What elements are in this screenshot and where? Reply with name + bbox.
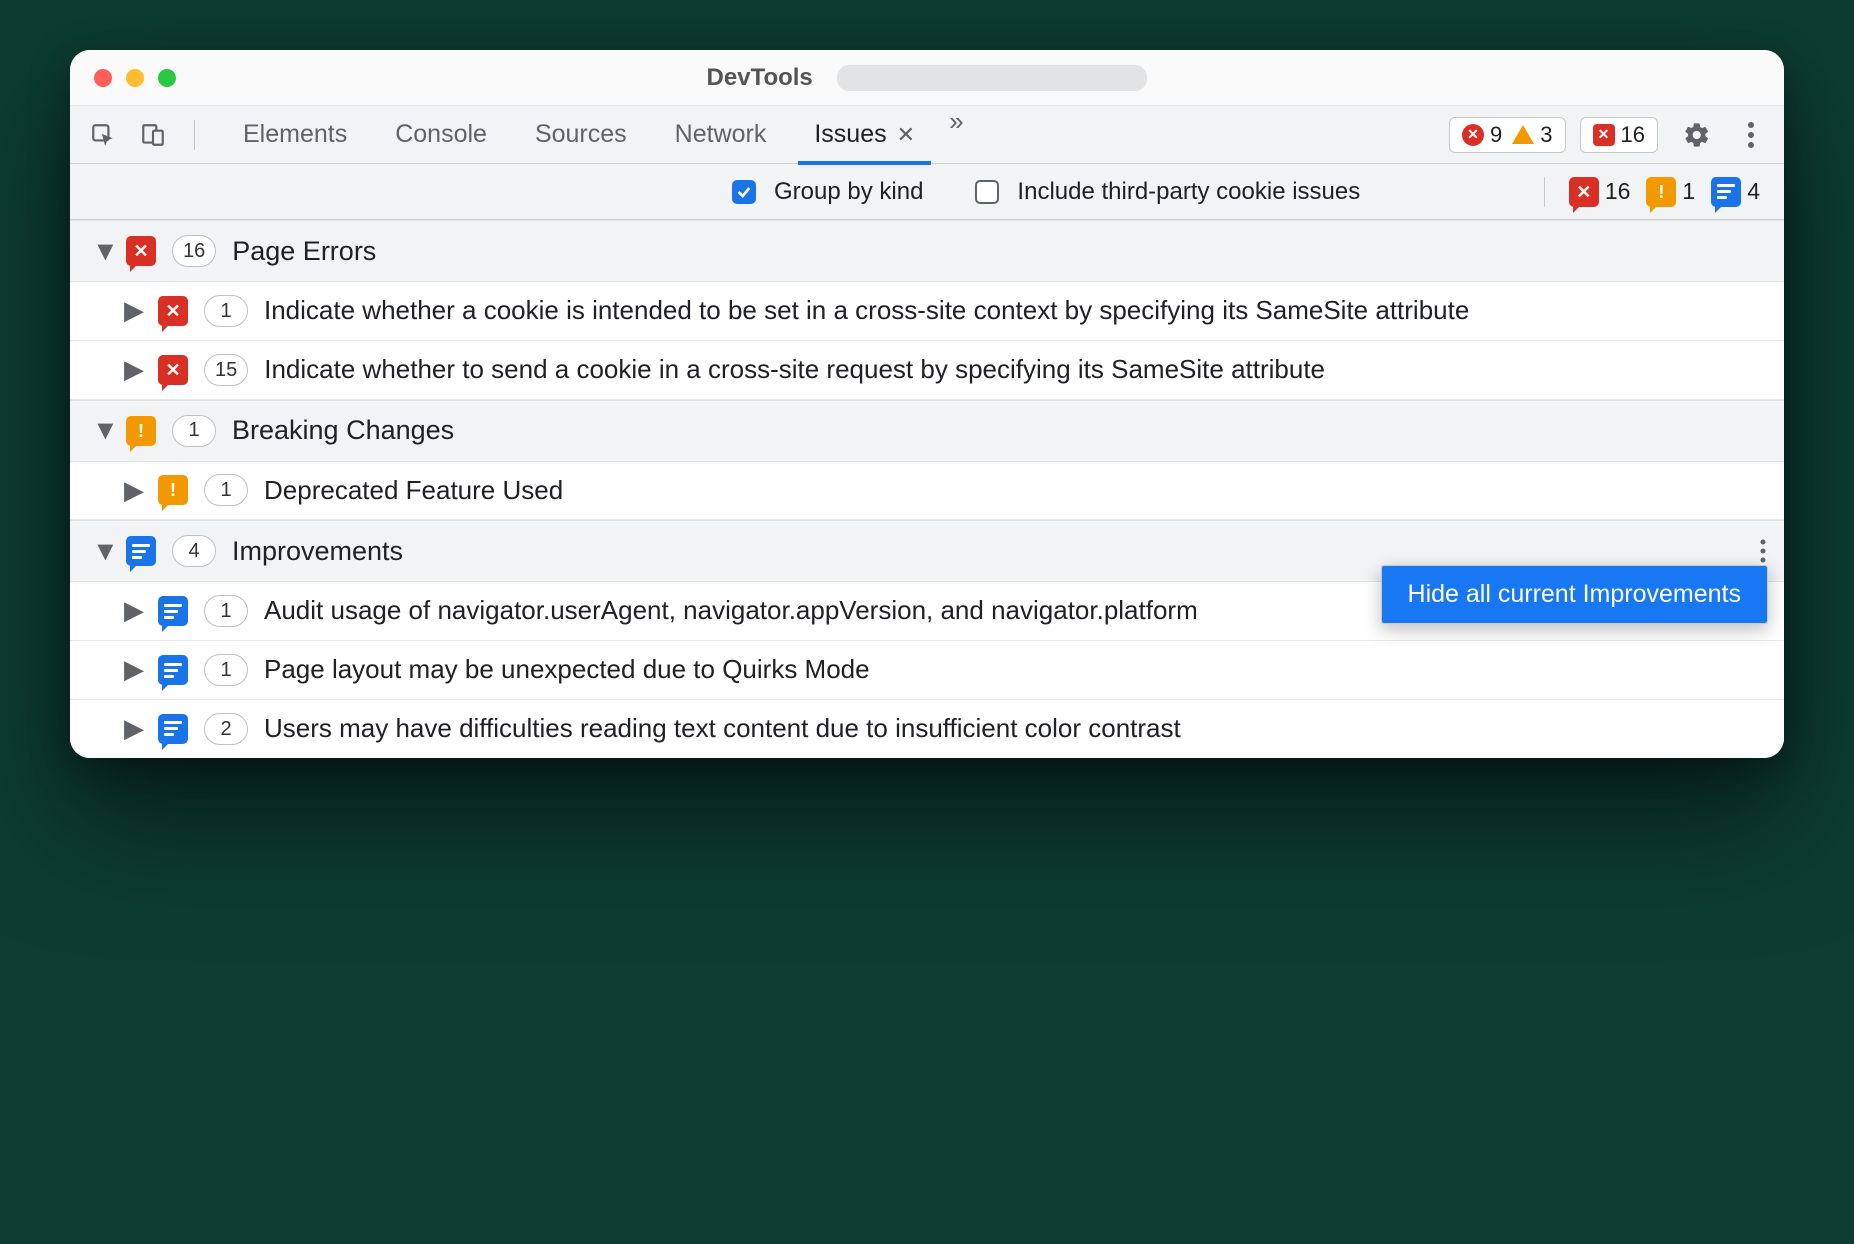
more-tabs-chevron-icon[interactable]: »	[939, 106, 973, 164]
error-square-icon: ✕	[1593, 124, 1615, 146]
issue-row[interactable]: ▶ 1 Page layout may be unexpected due to…	[70, 641, 1784, 700]
tab-label: Sources	[535, 120, 627, 149]
issue-title: Indicate whether to send a cookie in a c…	[264, 353, 1762, 387]
tab-label: Console	[395, 120, 487, 149]
warning-bubble-icon: !	[126, 416, 156, 446]
issue-row[interactable]: ▶ ✕ 1 Indicate whether a cookie is inten…	[70, 282, 1784, 341]
issue-title: Deprecated Feature Used	[264, 474, 1762, 508]
issue-count-badge: 1	[204, 595, 248, 627]
info-bubble-icon	[158, 714, 188, 744]
disclosure-triangle-icon[interactable]: ▼	[92, 415, 110, 446]
tab-label: Elements	[243, 120, 347, 149]
group-title: Page Errors	[232, 236, 376, 267]
device-toggle-icon[interactable]	[138, 120, 168, 150]
tab-console[interactable]: Console	[371, 106, 511, 164]
error-bubble-icon: ✕	[126, 236, 156, 266]
tab-issues[interactable]: Issues ✕	[790, 106, 939, 164]
group-title: Breaking Changes	[232, 415, 454, 446]
group-by-kind-label: Group by kind	[774, 178, 923, 206]
issue-count-badge: 2	[204, 713, 248, 745]
more-menu-icon[interactable]	[1736, 120, 1766, 150]
error-bubble-icon: ✕	[158, 355, 188, 385]
disclosure-triangle-icon[interactable]: ▶	[124, 653, 142, 687]
tab-sources[interactable]: Sources	[511, 106, 651, 164]
devtools-window: DevTools	[70, 50, 1784, 758]
warning-triangle-icon	[1512, 125, 1534, 144]
console-status-pill[interactable]: ✕ 9 3	[1449, 117, 1566, 153]
disclosure-triangle-icon[interactable]: ▶	[124, 594, 142, 628]
tab-label: Issues	[814, 120, 886, 149]
error-issue-count[interactable]: ✕ 16	[1569, 177, 1631, 207]
tab-label: Network	[675, 120, 767, 149]
url-placeholder	[837, 65, 1147, 91]
issue-row[interactable]: ▶ 2 Users may have difficulties reading …	[70, 700, 1784, 758]
issue-title: Indicate whether a cookie is intended to…	[264, 294, 1762, 328]
issues-status-pill[interactable]: ✕ 16	[1580, 117, 1658, 153]
disclosure-triangle-icon[interactable]: ▼	[92, 236, 110, 267]
disclosure-triangle-icon[interactable]: ▶	[124, 712, 142, 746]
filter-bar: Group by kind Include third-party cookie…	[70, 164, 1784, 220]
issue-row[interactable]: ▶ ✕ 15 Indicate whether to send a cookie…	[70, 341, 1784, 400]
tab-elements[interactable]: Elements	[219, 106, 371, 164]
issue-count-badge: 15	[204, 354, 248, 386]
separator	[1544, 177, 1545, 207]
menu-item-hide-improvements[interactable]: Hide all current Improvements	[1382, 566, 1767, 623]
error-bubble-icon: ✕	[158, 296, 188, 326]
separator	[194, 120, 195, 150]
info-bubble-icon	[158, 596, 188, 626]
issue-count-badge: 1	[204, 474, 248, 506]
settings-gear-icon[interactable]	[1682, 120, 1712, 150]
issue-title: Page layout may be unexpected due to Qui…	[264, 653, 1762, 687]
inspect-element-icon[interactable]	[88, 120, 118, 150]
titlebar: DevTools	[70, 50, 1784, 106]
count-value: 4	[1747, 178, 1760, 205]
warning-bubble-icon: !	[1646, 177, 1676, 207]
disclosure-triangle-icon[interactable]: ▼	[92, 536, 110, 567]
tabstrip: Elements Console Sources Network Issues …	[70, 106, 1784, 164]
count-value: 16	[1605, 178, 1631, 205]
error-count: 9	[1490, 122, 1502, 148]
error-circle-icon: ✕	[1462, 124, 1484, 146]
issue-title: Users may have difficulties reading text…	[264, 712, 1762, 746]
panel-tabs: Elements Console Sources Network Issues …	[219, 106, 974, 164]
error-bubble-icon: ✕	[1569, 177, 1599, 207]
issues-count: 16	[1621, 122, 1645, 148]
include-third-party-checkbox[interactable]	[975, 180, 999, 204]
info-bubble-icon	[158, 655, 188, 685]
include-third-party-label: Include third-party cookie issues	[1017, 178, 1360, 206]
window-title-text: DevTools	[707, 64, 813, 91]
warning-issue-count[interactable]: ! 1	[1646, 177, 1695, 207]
info-bubble-icon	[1711, 177, 1741, 207]
group-by-kind-checkbox[interactable]	[732, 180, 756, 204]
count-value: 1	[1682, 178, 1695, 205]
tab-network[interactable]: Network	[651, 106, 791, 164]
context-menu: Hide all current Improvements	[1381, 565, 1768, 624]
group-more-menu-icon[interactable]	[1760, 539, 1766, 563]
disclosure-triangle-icon[interactable]: ▶	[124, 474, 142, 508]
info-bubble-icon	[126, 536, 156, 566]
issue-count-badge: 1	[204, 654, 248, 686]
disclosure-triangle-icon[interactable]: ▶	[124, 353, 142, 387]
group-header-breaking-changes[interactable]: ▼ ! 1 Breaking Changes	[70, 400, 1784, 462]
warning-count: 3	[1540, 122, 1552, 148]
group-count-badge: 1	[172, 415, 216, 447]
disclosure-triangle-icon[interactable]: ▶	[124, 294, 142, 328]
group-header-improvements[interactable]: ▼ 4 Improvements Hide all current Improv…	[70, 520, 1784, 582]
group-count-badge: 4	[172, 535, 216, 567]
issues-list: ▼ ✕ 16 Page Errors ▶ ✕ 1 Indicate whethe…	[70, 220, 1784, 758]
info-issue-count[interactable]: 4	[1711, 177, 1760, 207]
issue-row[interactable]: ▶ ! 1 Deprecated Feature Used	[70, 462, 1784, 521]
close-tab-icon[interactable]: ✕	[897, 122, 915, 148]
group-count-badge: 16	[172, 235, 216, 267]
warning-bubble-icon: !	[158, 475, 188, 505]
group-title: Improvements	[232, 536, 403, 567]
group-header-page-errors[interactable]: ▼ ✕ 16 Page Errors	[70, 220, 1784, 282]
issue-count-badge: 1	[204, 295, 248, 327]
window-title: DevTools	[70, 64, 1784, 92]
